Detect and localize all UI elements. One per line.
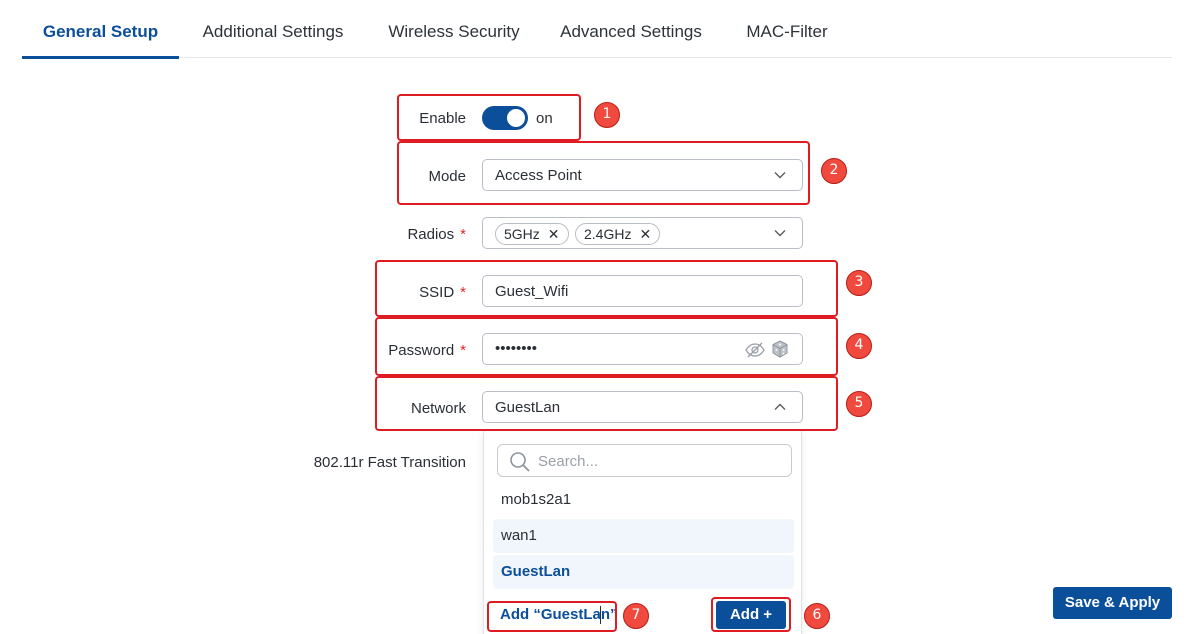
annotation-box-password	[375, 317, 838, 376]
radios-multiselect[interactable]: 5GHz ✕ 2.4GHz ✕	[482, 217, 803, 249]
radios-label: Radios *	[407, 226, 466, 243]
fast-transition-label: 802.11r Fast Transition	[313, 454, 466, 471]
tab-mac-filter[interactable]: MAC-Filter	[740, 22, 834, 57]
tab-bar: General Setup Additional Settings Wirele…	[22, 0, 1172, 59]
annotation-box-enable	[397, 94, 581, 141]
annotation-box-ssid	[375, 260, 838, 317]
dropdown-option-mob1s2a1[interactable]: mob1s2a1	[493, 483, 794, 517]
annotation-badge-5: 5	[846, 391, 872, 417]
annotation-badge-4: 4	[846, 333, 872, 359]
tab-advanced-settings[interactable]: Advanced Settings	[558, 22, 704, 57]
required-marker: *	[460, 226, 466, 243]
wireless-settings-page: General Setup Additional Settings Wirele…	[0, 0, 1194, 634]
annotation-badge-3: 3	[846, 270, 872, 296]
tab-wireless-security[interactable]: Wireless Security	[382, 22, 526, 57]
dropdown-search-input[interactable]: Search...	[497, 444, 792, 477]
search-placeholder: Search...	[538, 453, 599, 470]
tab-general-setup[interactable]: General Setup	[22, 22, 179, 59]
annotation-badge-6: 6	[804, 603, 830, 629]
annotation-box-mode	[397, 141, 810, 205]
radio-chip-2-4ghz: 2.4GHz ✕	[575, 223, 661, 245]
close-icon[interactable]: ✕	[639, 224, 651, 244]
dropdown-option-guestlan[interactable]: GuestLan	[493, 555, 794, 589]
chevron-down-icon	[774, 230, 786, 237]
annotation-badge-7: 7	[623, 603, 649, 629]
dropdown-option-wan1[interactable]: wan1	[493, 519, 794, 553]
radio-chip-5ghz: 5GHz ✕	[495, 223, 569, 245]
annotation-badge-1: 1	[594, 102, 620, 128]
annotation-badge-2: 2	[821, 158, 847, 184]
tab-additional-settings[interactable]: Additional Settings	[198, 22, 348, 57]
close-icon[interactable]: ✕	[548, 224, 560, 244]
search-icon	[510, 452, 530, 472]
annotation-box-add-link	[487, 601, 617, 632]
annotation-box-add-button	[711, 597, 791, 632]
annotation-box-network	[375, 376, 838, 431]
save-apply-button[interactable]: Save & Apply	[1053, 587, 1172, 619]
